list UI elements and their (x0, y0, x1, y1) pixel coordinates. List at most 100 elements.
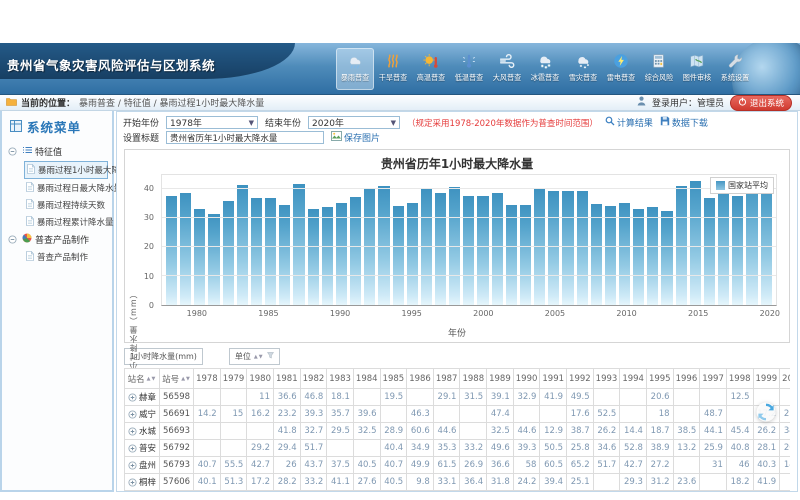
value-cell: 32.5 (487, 423, 514, 440)
col-header-year[interactable]: 1988 (460, 369, 487, 389)
nav-item-heat[interactable]: 干旱普查 (374, 48, 412, 90)
station-name: 盘州 (139, 461, 156, 471)
collapse-icon[interactable] (8, 235, 17, 244)
col-header-year[interactable]: 1979 (220, 369, 247, 389)
col-header-year[interactable]: 1982 (300, 369, 327, 389)
col-header-year[interactable]: 1989 (487, 369, 514, 389)
chart-bar (265, 198, 276, 305)
save-image-button[interactable]: 保存图片 (331, 131, 380, 144)
value-cell: 50.5 (540, 440, 567, 457)
nav-item-hail[interactable]: 冰雹普查 (526, 48, 564, 90)
nav-item-risk[interactable]: 综合风险 (640, 48, 678, 90)
col-header-year[interactable]: 1987 (433, 369, 460, 389)
nav-item-sun[interactable]: 高温普查 (412, 48, 450, 90)
col-header-year[interactable]: 1997 (700, 369, 727, 389)
row-expand-icon[interactable] (128, 427, 137, 436)
col-header-station-id[interactable]: 站号▲▼ (160, 369, 194, 389)
end-year-select[interactable]: 2020年 ▼ (308, 116, 400, 129)
col-header-year[interactable]: 1981 (273, 369, 300, 389)
chart-bar (350, 197, 361, 305)
value-cell (220, 423, 247, 440)
value-cell (433, 406, 460, 423)
page-icon (26, 182, 34, 195)
chart-title-input[interactable] (166, 131, 324, 144)
row-expand-icon[interactable] (128, 393, 137, 402)
value-cell: 39.3 (513, 440, 540, 457)
col-header-year[interactable]: 1983 (327, 369, 354, 389)
nav-item-rain[interactable]: 暴雨普查 (336, 48, 374, 90)
calc-result-button[interactable]: 计算结果 (605, 116, 653, 129)
col-header-year[interactable]: 1990 (513, 369, 540, 389)
col-header-year[interactable]: 2000 (780, 369, 790, 389)
col-header-year[interactable]: 1978 (194, 369, 221, 389)
header-nav: 暴雨普查干旱普查高温普查低温普查大风普查冰雹普查雪灾普查雷电普查综合风险图件审核… (336, 48, 754, 90)
chart-gridline (162, 246, 776, 247)
sidebar-group-header[interactable]: 特征值 (8, 143, 110, 160)
value-cell: 31.5 (460, 389, 487, 406)
col-header-year[interactable]: 1992 (567, 369, 594, 389)
sidebar-header: 系统菜单 (2, 111, 112, 141)
row-expand-icon[interactable] (128, 478, 137, 487)
col-header-year[interactable]: 1998 (726, 369, 753, 389)
sidebar-item[interactable]: 暴雨过程日最大降水量 (24, 180, 108, 196)
logout-button[interactable]: 退出系统 (730, 95, 792, 111)
row-expand-icon[interactable] (128, 461, 137, 470)
col-header-year[interactable]: 1986 (407, 369, 434, 389)
value-cell (780, 389, 790, 406)
nav-item-lightning[interactable]: 雷电普查 (602, 48, 640, 90)
nav-item-cold[interactable]: 低温普查 (450, 48, 488, 90)
save-disk-icon (660, 116, 670, 129)
sidebar-item[interactable]: 暴雨过程1小时最大降水量 (24, 161, 108, 179)
page-icon (26, 199, 34, 212)
col-header-year[interactable]: 1999 (753, 369, 780, 389)
sun-icon (422, 50, 440, 72)
value-cell: 35.7 (327, 406, 354, 423)
col-header-year[interactable]: 1985 (380, 369, 407, 389)
col-header-year[interactable]: 1993 (593, 369, 620, 389)
sidebar-item[interactable]: 暴雨过程持续天数 (24, 197, 108, 213)
value-cell (353, 440, 380, 457)
row-expand-icon[interactable] (128, 444, 137, 453)
chart-bar (393, 206, 404, 305)
row-expand-icon[interactable] (128, 410, 137, 419)
y-tick-label: 0 (149, 301, 154, 310)
x-tick-label: 2020 (760, 309, 780, 318)
value-cell: 38.7 (567, 423, 594, 440)
set-title-label: 设置标题 (123, 131, 159, 144)
chart-bar (279, 205, 290, 305)
unit-filter-box[interactable]: 单位 ▲▼ (229, 348, 280, 365)
value-cell: 51.7 (593, 457, 620, 474)
toolbar-row-2: 设置标题 保存图片 (123, 130, 791, 145)
collapse-icon[interactable] (8, 147, 17, 156)
start-year-select[interactable]: 1978年 ▼ (166, 116, 258, 129)
value-cell: 32.5 (353, 423, 380, 440)
nav-item-wind[interactable]: 大风普查 (488, 48, 526, 90)
sidebar-group-label: 普查产品制作 (35, 233, 89, 246)
col-header-year[interactable]: 1984 (353, 369, 380, 389)
col-header-year[interactable]: 1995 (646, 369, 673, 389)
table-row: 盘州5679340.755.542.72643.737.540.540.749.… (125, 457, 791, 474)
sidebar-item[interactable]: 暴雨过程累计降水量 (24, 214, 108, 230)
nav-item-wrench[interactable]: 系统设置 (716, 48, 754, 90)
toolbar-row-1: 开始年份 1978年 ▼ 结束年份 2020年 ▼ （规定采用1978-2020… (123, 115, 791, 130)
sidebar-item-label: 暴雨过程持续天数 (37, 199, 105, 211)
col-header-station[interactable]: 站名▲▼ (125, 369, 160, 389)
sidebar-group-header[interactable]: 普查产品制作 (8, 231, 110, 248)
col-header-year[interactable]: 1994 (620, 369, 647, 389)
col-header-year[interactable]: 1996 (673, 369, 700, 389)
chart-bar (633, 209, 644, 305)
nav-item-snow[interactable]: 雪灾普查 (564, 48, 602, 90)
nav-item-label: 大风普查 (493, 72, 522, 82)
data-table-wrap: 站名▲▼站号▲▼19781979198019811982198319841985… (124, 368, 790, 496)
col-header-year[interactable]: 1980 (247, 369, 274, 389)
nav-item-map[interactable]: 图件审核 (678, 48, 716, 90)
data-download-button[interactable]: 数据下载 (660, 116, 708, 129)
value-cell: 34.6 (593, 440, 620, 457)
sidebar-item[interactable]: 普查产品制作 (24, 249, 108, 265)
value-cell: 46.3 (407, 406, 434, 423)
wind-icon (498, 50, 516, 72)
value-cell: 39.4 (540, 474, 567, 491)
chart-bar (407, 203, 418, 305)
col-header-year[interactable]: 1991 (540, 369, 567, 389)
breadcrumb: 当前的位置： 暴雨普查 / 特征值 / 暴雨过程1小时最大降水量 (0, 96, 264, 109)
